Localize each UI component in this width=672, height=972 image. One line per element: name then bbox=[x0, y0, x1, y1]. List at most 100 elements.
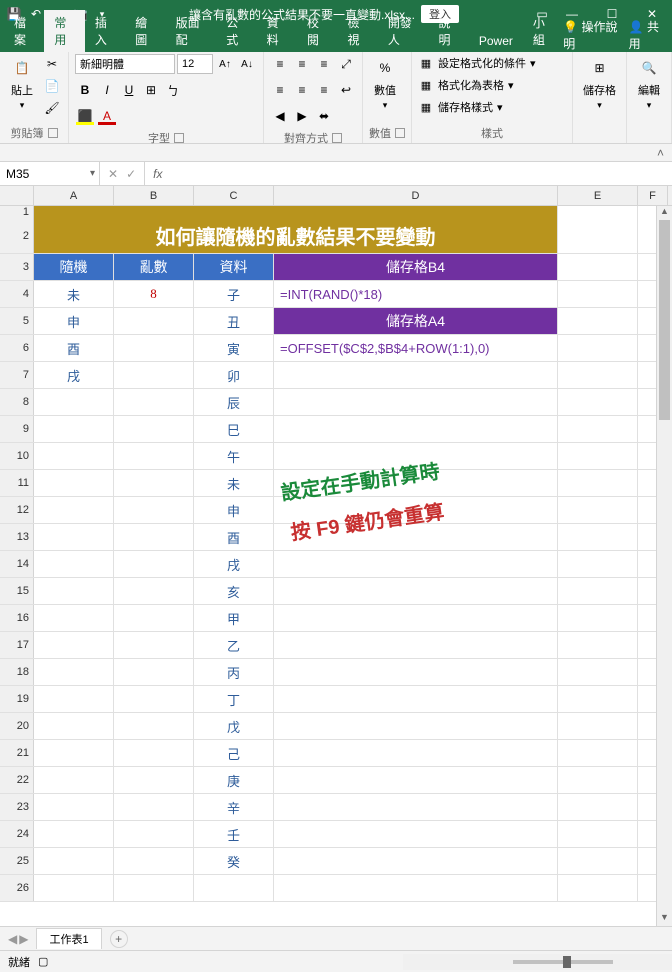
cell[interactable] bbox=[558, 335, 638, 361]
fill-color-button[interactable]: ⬛ bbox=[75, 106, 95, 126]
cell[interactable]: 酉 bbox=[34, 335, 114, 361]
cell[interactable]: 辛 bbox=[194, 794, 274, 820]
number-launcher[interactable] bbox=[395, 128, 405, 138]
increase-indent-button[interactable]: ▶ bbox=[292, 106, 312, 126]
cell[interactable] bbox=[558, 443, 638, 469]
cell[interactable] bbox=[558, 470, 638, 496]
font-size-select[interactable]: 12 bbox=[177, 54, 213, 74]
bold-button[interactable]: B bbox=[75, 80, 95, 100]
vertical-scrollbar[interactable]: ▲ ▼ bbox=[656, 206, 672, 926]
row-header[interactable]: 20 bbox=[0, 713, 34, 739]
row-header[interactable]: 1 bbox=[0, 206, 34, 218]
row-header[interactable]: 4 bbox=[0, 281, 34, 307]
cell[interactable] bbox=[34, 578, 114, 604]
font-color-button[interactable]: A bbox=[97, 106, 117, 126]
macro-record-icon[interactable]: ▢ bbox=[38, 955, 48, 968]
name-box[interactable]: M35 bbox=[0, 162, 100, 185]
cell[interactable] bbox=[34, 632, 114, 658]
zoom-slider[interactable] bbox=[513, 960, 613, 964]
cells-button[interactable]: ⊞ 儲存格 ▾ bbox=[579, 54, 620, 113]
row-header[interactable]: 19 bbox=[0, 686, 34, 712]
add-sheet-button[interactable]: + bbox=[110, 930, 128, 948]
cell[interactable] bbox=[114, 551, 194, 577]
cell[interactable] bbox=[34, 848, 114, 874]
cell[interactable]: 卯 bbox=[194, 362, 274, 388]
cell[interactable]: 申 bbox=[34, 308, 114, 334]
align-center-button[interactable]: ≡ bbox=[292, 80, 312, 100]
cell[interactable] bbox=[558, 740, 638, 766]
cell[interactable] bbox=[558, 254, 638, 280]
cell[interactable]: 戌 bbox=[194, 551, 274, 577]
cell[interactable] bbox=[34, 605, 114, 631]
cell[interactable] bbox=[558, 821, 638, 847]
cell[interactable] bbox=[114, 443, 194, 469]
cell[interactable]: 戊 bbox=[194, 713, 274, 739]
cell[interactable] bbox=[34, 767, 114, 793]
cell[interactable] bbox=[34, 443, 114, 469]
cancel-formula-icon[interactable]: ✕ bbox=[108, 167, 118, 181]
cell[interactable] bbox=[114, 470, 194, 496]
row-header[interactable]: 23 bbox=[0, 794, 34, 820]
cut-button[interactable]: ✂ bbox=[42, 54, 62, 74]
cell[interactable] bbox=[34, 389, 114, 415]
tab-insert[interactable]: 插入 bbox=[85, 10, 125, 52]
row-header[interactable]: 11 bbox=[0, 470, 34, 496]
tab-review[interactable]: 校閱 bbox=[297, 10, 337, 52]
cell[interactable] bbox=[114, 335, 194, 361]
ruby-button[interactable]: ㄅ bbox=[163, 80, 183, 100]
cell[interactable] bbox=[558, 848, 638, 874]
row-header[interactable]: 21 bbox=[0, 740, 34, 766]
row-header[interactable]: 24 bbox=[0, 821, 34, 847]
align-middle-button[interactable]: ≡ bbox=[292, 54, 312, 74]
cell[interactable] bbox=[114, 578, 194, 604]
enter-formula-icon[interactable]: ✓ bbox=[126, 167, 136, 181]
cell[interactable] bbox=[558, 686, 638, 712]
cell[interactable]: 8 bbox=[114, 281, 194, 307]
tell-me[interactable]: 💡 操作說明 bbox=[563, 18, 618, 52]
row-header[interactable]: 5 bbox=[0, 308, 34, 334]
cell[interactable] bbox=[274, 389, 558, 415]
row-header[interactable]: 12 bbox=[0, 497, 34, 523]
cell[interactable] bbox=[114, 524, 194, 550]
cell[interactable] bbox=[558, 416, 638, 442]
cell[interactable] bbox=[274, 578, 558, 604]
cell[interactable] bbox=[114, 794, 194, 820]
cell[interactable] bbox=[114, 497, 194, 523]
cell[interactable] bbox=[274, 362, 558, 388]
cell[interactable]: 庚 bbox=[194, 767, 274, 793]
row-header[interactable]: 3 bbox=[0, 254, 34, 280]
cell[interactable] bbox=[558, 875, 638, 901]
cell[interactable]: 寅 bbox=[194, 335, 274, 361]
cell[interactable] bbox=[114, 659, 194, 685]
format-as-table-button[interactable]: ▦格式化為表格 ▾ bbox=[418, 76, 566, 94]
decrease-indent-button[interactable]: ◀ bbox=[270, 106, 290, 126]
cell[interactable] bbox=[274, 686, 558, 712]
cell[interactable] bbox=[34, 821, 114, 847]
tab-home[interactable]: 常用 bbox=[44, 10, 84, 52]
tab-data[interactable]: 資料 bbox=[257, 10, 297, 52]
tab-team[interactable]: 小組 bbox=[523, 10, 563, 52]
cell[interactable] bbox=[558, 632, 638, 658]
cell[interactable] bbox=[558, 659, 638, 685]
sheet-tab[interactable]: 工作表1 bbox=[36, 928, 101, 949]
cell[interactable] bbox=[558, 497, 638, 523]
cell[interactable] bbox=[274, 605, 558, 631]
font-launcher[interactable] bbox=[174, 133, 184, 143]
cell[interactable] bbox=[114, 416, 194, 442]
col-header[interactable]: D bbox=[274, 186, 558, 205]
cell[interactable]: 儲存格B4 bbox=[274, 254, 558, 280]
tab-formulas[interactable]: 公式 bbox=[216, 10, 256, 52]
prev-sheet-icon[interactable]: ◀ bbox=[8, 932, 17, 946]
cell[interactable] bbox=[114, 686, 194, 712]
merge-button[interactable]: ⬌ bbox=[314, 106, 334, 126]
col-header[interactable]: E bbox=[558, 186, 638, 205]
cell[interactable] bbox=[558, 524, 638, 550]
align-top-button[interactable]: ≡ bbox=[270, 54, 290, 74]
cell[interactable] bbox=[114, 821, 194, 847]
cell[interactable] bbox=[34, 659, 114, 685]
cell[interactable] bbox=[34, 416, 114, 442]
cell[interactable] bbox=[114, 740, 194, 766]
align-right-button[interactable]: ≡ bbox=[314, 80, 334, 100]
fx-icon[interactable]: fx bbox=[145, 167, 170, 181]
cell[interactable] bbox=[34, 524, 114, 550]
